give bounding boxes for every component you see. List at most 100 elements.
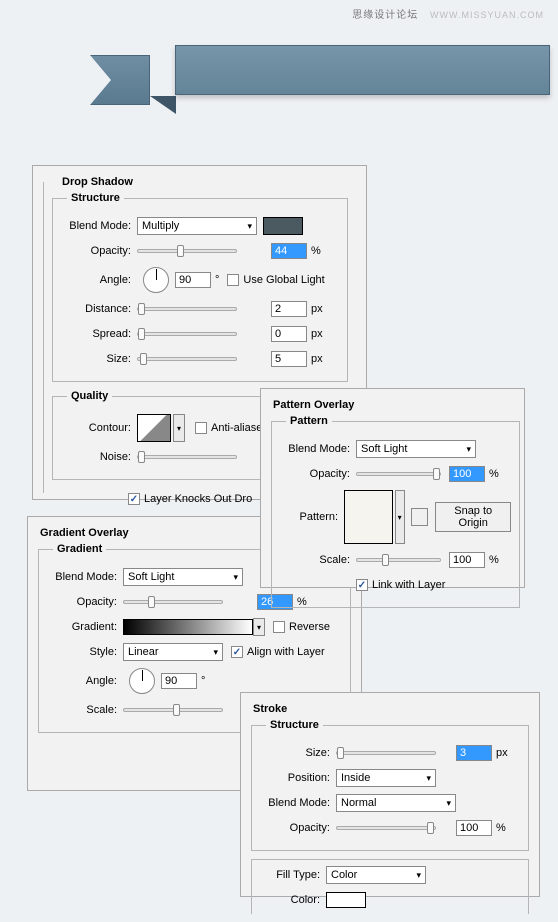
po-blend-mode-label: Blend Mode: [280, 443, 350, 455]
st-structure-legend: Structure [266, 719, 323, 731]
ds-quality-legend: Quality [67, 390, 112, 402]
ds-color-swatch[interactable] [263, 217, 303, 235]
ds-spread-field[interactable] [271, 326, 307, 342]
st-outer: Stroke Structure Size: px Position: Insi… [251, 703, 529, 922]
go-opacity-slider[interactable] [123, 600, 223, 604]
ds-angle-label: Angle: [61, 274, 131, 286]
po-snap-button[interactable]: Snap to Origin [435, 502, 511, 532]
unit-percent: % [311, 245, 321, 257]
st-structure: Structure Size: px Position: Inside Blen… [251, 719, 529, 851]
go-gradient-legend: Gradient [53, 543, 106, 555]
po-link-label: Link with Layer [372, 579, 445, 591]
st-position-label: Position: [260, 772, 330, 784]
ds-size-slider[interactable] [137, 357, 237, 361]
po-pattern-box[interactable] [344, 490, 392, 544]
po-blend-mode-select[interactable]: Soft Light [356, 440, 476, 458]
ds-opacity-label: Opacity: [61, 245, 131, 257]
ribbon-fold [150, 96, 176, 114]
go-scale-label: Scale: [47, 704, 117, 716]
ds-structure: Structure Blend Mode: Multiply Opacity: … [52, 192, 348, 382]
go-align-label: Align with Layer [247, 646, 325, 658]
go-blend-mode-select[interactable]: Soft Light [123, 568, 243, 586]
go-angle-dial[interactable] [129, 668, 155, 694]
panel-stroke: Stroke Structure Size: px Position: Insi… [240, 692, 540, 897]
po-pattern: Pattern Blend Mode: Soft Light Opacity: … [271, 415, 520, 608]
go-reverse-checkbox[interactable] [273, 621, 285, 633]
po-opacity-label: Opacity: [280, 468, 350, 480]
ds-blend-mode-label: Blend Mode: [61, 220, 131, 232]
st-title: Stroke [249, 703, 291, 715]
po-pattern-legend: Pattern [286, 415, 332, 427]
go-angle-field[interactable] [161, 673, 197, 689]
po-opacity-field[interactable] [449, 466, 485, 482]
watermark: 思缘设计论坛 WWW.MISSYUAN.COM [352, 6, 544, 21]
ds-noise-label: Noise: [61, 451, 131, 463]
ds-antialias-checkbox[interactable] [195, 422, 207, 434]
po-new-pattern-icon[interactable] [411, 508, 428, 526]
ds-size-field[interactable] [271, 351, 307, 367]
st-position-select[interactable]: Inside [336, 769, 436, 787]
ds-contour-box[interactable] [137, 414, 171, 442]
ds-opacity-slider[interactable] [137, 249, 237, 253]
ds-structure-legend: Structure [67, 192, 124, 204]
st-fill: Fill Type: Color Color: [251, 859, 529, 914]
go-scale-slider[interactable] [123, 708, 223, 712]
ds-angle-dial[interactable] [143, 267, 169, 293]
ds-knockout-checkbox[interactable] [128, 493, 140, 505]
go-reverse-label: Reverse [289, 621, 330, 633]
st-fill-type-select[interactable]: Color [326, 866, 426, 884]
po-scale-field[interactable] [449, 552, 485, 568]
go-opacity-label: Opacity: [47, 596, 117, 608]
ds-distance-label: Distance: [61, 303, 131, 315]
ds-distance-field[interactable] [271, 301, 307, 317]
go-title: Gradient Overlay [36, 527, 133, 539]
ds-noise-slider[interactable] [137, 455, 237, 459]
st-opacity-field[interactable] [456, 820, 492, 836]
po-outer: Pattern Overlay Pattern Blend Mode: Soft… [271, 399, 520, 616]
ds-knockout-label: Layer Knocks Out Dro [144, 493, 252, 505]
ds-spread-slider[interactable] [137, 332, 237, 336]
ds-distance-slider[interactable] [137, 307, 237, 311]
st-blend-mode-select[interactable]: Normal [336, 794, 456, 812]
watermark-text: 思缘设计论坛 [352, 10, 418, 21]
po-scale-slider[interactable] [356, 558, 441, 562]
ds-angle-field[interactable] [175, 272, 211, 288]
st-fill-type-label: Fill Type: [260, 869, 320, 881]
st-opacity-slider[interactable] [336, 826, 436, 830]
go-gradient-label: Gradient: [47, 621, 117, 633]
go-angle-label: Angle: [47, 675, 117, 687]
st-size-label: Size: [260, 747, 330, 759]
po-link-checkbox[interactable] [356, 579, 368, 591]
po-pattern-field-label: Pattern: [280, 511, 338, 523]
st-blend-mode-label: Blend Mode: [260, 797, 330, 809]
po-opacity-slider[interactable] [356, 472, 441, 476]
ds-contour-label: Contour: [61, 422, 131, 434]
ds-antialias-label: Anti-aliase [211, 422, 262, 434]
po-title: Pattern Overlay [269, 399, 358, 411]
ds-opacity-field[interactable] [271, 243, 307, 259]
watermark-url: WWW.MISSYUAN.COM [430, 10, 544, 20]
ribbon-bar [175, 45, 550, 95]
ds-blend-mode-select[interactable]: Multiply [137, 217, 257, 235]
st-color-label: Color: [260, 894, 320, 906]
st-size-field[interactable] [456, 745, 492, 761]
go-style-label: Style: [47, 646, 117, 658]
ribbon-tail [90, 55, 150, 105]
go-gradient-arrow[interactable]: ▾ [253, 618, 265, 636]
st-size-slider[interactable] [336, 751, 436, 755]
st-color-swatch[interactable] [326, 892, 366, 908]
go-align-checkbox[interactable] [231, 646, 243, 658]
panel-pattern-overlay: Pattern Overlay Pattern Blend Mode: Soft… [260, 388, 525, 588]
ds-global-light-checkbox[interactable] [227, 274, 239, 286]
po-pattern-arrow[interactable]: ▾ [395, 490, 405, 544]
ds-global-light-label: Use Global Light [243, 274, 324, 286]
go-style-select[interactable]: Linear [123, 643, 223, 661]
ds-title: Drop Shadow [58, 176, 137, 188]
go-blend-mode-label: Blend Mode: [47, 571, 117, 583]
st-opacity-label: Opacity: [260, 822, 330, 834]
ds-contour-arrow[interactable]: ▾ [173, 414, 185, 442]
po-scale-label: Scale: [280, 554, 350, 566]
go-gradient-bar[interactable] [123, 619, 253, 635]
ds-size-label: Size: [61, 353, 131, 365]
ds-spread-label: Spread: [61, 328, 131, 340]
